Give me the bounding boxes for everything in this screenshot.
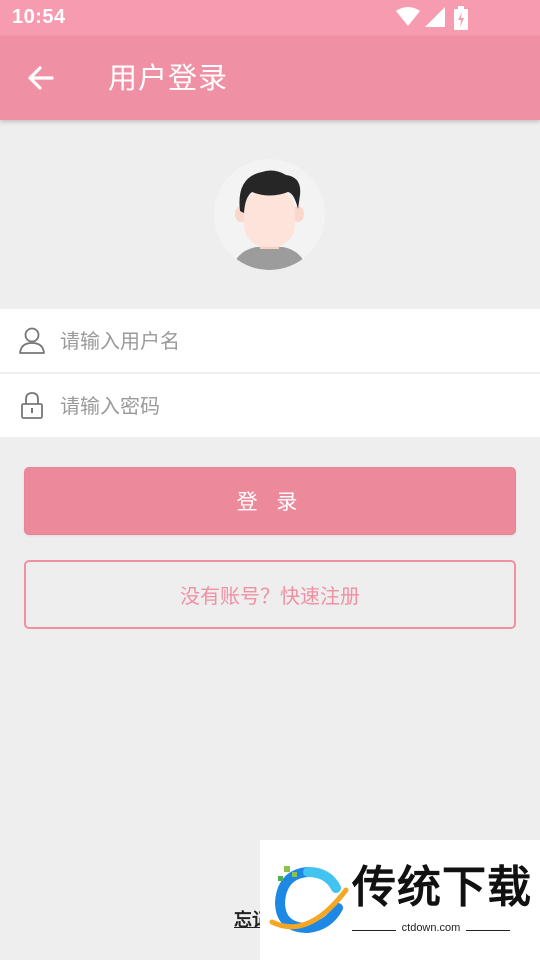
arrow-left-icon <box>28 66 54 90</box>
login-button[interactable]: 登 录 <box>24 467 516 535</box>
user-outline-icon <box>19 327 45 354</box>
username-row <box>0 309 540 372</box>
watermark: 传统下载 ctdown.com <box>260 840 540 960</box>
ctdown-logo-icon <box>269 866 349 934</box>
user-avatar-icon <box>232 170 307 270</box>
password-row <box>0 374 540 437</box>
page-title: 用户登录 <box>108 61 229 95</box>
wifi-icon <box>396 7 420 26</box>
app-bar: 用户登录 <box>0 36 540 120</box>
watermark-name: 传统下载 <box>352 862 532 913</box>
watermark-url: ctdown.com <box>401 922 461 934</box>
status-bar: 10:54 <box>0 0 540 36</box>
avatar <box>214 159 325 270</box>
register-button[interactable]: 没有账号？快速注册 <box>24 560 516 629</box>
password-input[interactable] <box>60 374 520 437</box>
username-input[interactable] <box>60 309 520 372</box>
login-form <box>0 309 540 437</box>
battery-icon <box>454 6 468 30</box>
signal-icon <box>425 7 445 27</box>
back-button[interactable] <box>22 58 62 98</box>
status-time: 10:54 <box>12 6 66 28</box>
lock-icon <box>21 392 43 419</box>
